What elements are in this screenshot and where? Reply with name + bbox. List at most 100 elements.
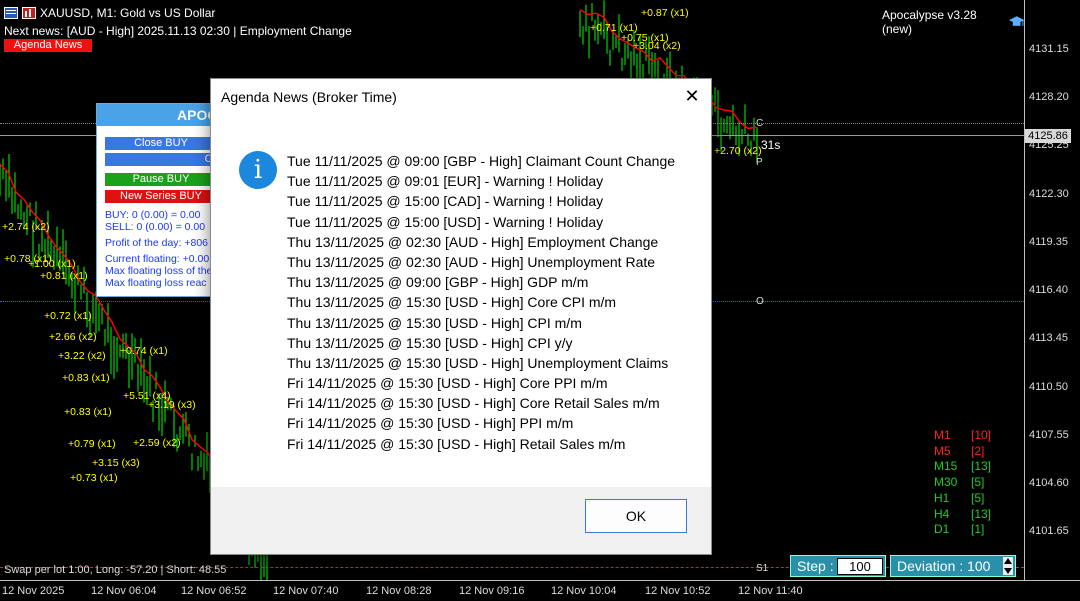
s1-marker: S1 <box>756 563 769 574</box>
price-tick: 4101.65 <box>1029 525 1069 537</box>
trade-label: +2.66 (x2) <box>49 331 97 343</box>
time-tick: 12 Nov 10:04 <box>551 585 617 597</box>
news-item: Fri 14/11/2025 @ 15:30 [USD - High] Core… <box>287 375 608 392</box>
agenda-news-button[interactable]: Agenda News <box>4 39 92 52</box>
ea-title-text: Apocalypse v3.28 (new) <box>882 8 977 36</box>
symbol-text: XAUUSD, M1: Gold vs US Dollar <box>40 6 216 20</box>
price-tick: 4131.15 <box>1029 43 1069 55</box>
timeframe-name: M30 <box>934 475 958 490</box>
news-item: Tue 11/11/2025 @ 09:00 [GBP - High] Clai… <box>287 153 676 169</box>
trade-label: +2.59 (x2) <box>133 437 181 449</box>
trade-label: +3.15 (x3) <box>92 457 140 469</box>
time-tick: 12 Nov 11:40 <box>738 585 803 597</box>
price-axis[interactable]: 4131.15 4128.20 4125.25 4122.30 4119.35 … <box>1024 0 1080 580</box>
swap-info: Swap per lot 1:00, Long: -57.20 | Short:… <box>4 564 227 576</box>
news-item: Thu 13/11/2025 @ 09:00 [GBP - High] GDP … <box>287 274 589 291</box>
close-all-button[interactable]: Cl <box>105 153 217 166</box>
trade-label: +0.74 (x1) <box>120 345 168 357</box>
next-news-text: Next news: [AUD - High] 2025.11.13 02:30… <box>4 24 352 38</box>
o-marker: O <box>756 296 764 307</box>
trade-label: +1.00 (x1) <box>28 258 76 270</box>
sell-info: SELL: 0 (0.00) = 0.00 <box>105 221 206 233</box>
current-floating: Current floating: +0.00 <box>105 253 210 265</box>
price-tick: 4128.20 <box>1029 91 1069 103</box>
news-item: Tue 11/11/2025 @ 15:00 [CAD] - Warning !… <box>287 193 604 210</box>
step-control: Step : 100 <box>790 555 886 577</box>
agenda-news-dialog: Agenda News (Broker Time) ✕ i Tue 11/11/… <box>210 78 712 555</box>
trade-label: +2.70 (x2) <box>714 145 762 157</box>
news-item: Thu 13/11/2025 @ 02:30 [AUD - High] Empl… <box>287 233 659 250</box>
trade-label: +0.73 (x1) <box>70 472 118 484</box>
timeframe-name: M15 <box>934 459 958 474</box>
max-floating-loss: Max floating loss of the <box>105 265 213 277</box>
chart-window-icon[interactable] <box>4 7 18 19</box>
time-tick: 12 Nov 2025 <box>2 585 65 597</box>
timeframe-count: [5] <box>971 475 985 490</box>
ea-panel-title: APOC <box>97 104 217 126</box>
timeframe-counter: D1 [1] <box>934 522 984 536</box>
price-tick: 4113.45 <box>1029 332 1068 344</box>
price-tick: 4104.60 <box>1029 477 1069 489</box>
news-item: Thu 13/11/2025 @ 15:30 [USD - High] CPI … <box>287 334 573 351</box>
max-floating-loss-reached: Max floating loss reac <box>105 277 207 289</box>
trade-label: +3.04 (x2) <box>633 40 681 52</box>
trade-label: +0.83 (x1) <box>62 372 110 384</box>
news-item: Fri 14/11/2025 @ 15:30 [USD - High] Core… <box>287 395 660 412</box>
close-icon[interactable]: ✕ <box>681 85 703 107</box>
news-list: Tue 11/11/2025 @ 09:00 [GBP - High] Clai… <box>287 151 675 454</box>
trade-label: +2.74 (x2) <box>2 221 50 233</box>
close-buy-button[interactable]: Close BUY <box>105 137 217 150</box>
time-tick: 12 Nov 09:16 <box>459 585 525 597</box>
deviation-control: Deviation : 100 <box>890 555 1016 577</box>
timeframe-name: M1 <box>934 428 951 442</box>
news-item: Tue 11/11/2025 @ 09:01 [EUR] - Warning !… <box>287 173 604 190</box>
trade-label: +0.81 (x1) <box>40 270 88 282</box>
timeframe-count: [1] <box>971 522 985 537</box>
ea-control-panel: APOC Close BUY Cl Pause BUY New Series B… <box>96 103 218 297</box>
news-item: Thu 13/11/2025 @ 02:30 [AUD - High] Unem… <box>287 253 656 270</box>
c-marker: C <box>756 118 764 129</box>
info-icon: i <box>239 151 277 189</box>
deviation-label: Deviation : 100 <box>897 558 991 574</box>
p-marker: P <box>756 157 763 168</box>
time-tick: 12 Nov 06:52 <box>181 585 247 597</box>
timeframe-counter: M30 [5] <box>934 475 984 489</box>
dialog-footer: OK <box>211 487 711 554</box>
price-tick: 4122.30 <box>1029 188 1069 200</box>
price-tick: 4110.50 <box>1029 381 1068 393</box>
ok-button[interactable]: OK <box>585 499 687 533</box>
time-tick: 12 Nov 07:40 <box>273 585 339 597</box>
deviation-spinner[interactable] <box>1003 557 1013 575</box>
news-item: Tue 11/11/2025 @ 15:00 [USD] - Warning !… <box>287 213 604 230</box>
time-tick: 12 Nov 06:04 <box>91 585 157 597</box>
symbol-title: XAUUSD, M1: Gold vs US Dollar <box>4 6 215 20</box>
buy-info: BUY: 0 (0.00) = 0.00 <box>105 209 201 221</box>
trade-label: +0.79 (x1) <box>68 438 116 450</box>
timeframe-count: [2] <box>971 443 985 458</box>
new-series-buy-button[interactable]: New Series BUY <box>105 190 217 203</box>
news-item: Thu 13/11/2025 @ 15:30 [USD - High] Unem… <box>287 354 669 371</box>
timeframe-name: H1 <box>934 490 950 505</box>
pause-buy-button[interactable]: Pause BUY <box>105 173 217 186</box>
timeframe-count: [5] <box>971 490 985 505</box>
time-axis[interactable]: 12 Nov 2025 12 Nov 06:04 12 Nov 06:52 12… <box>0 580 1080 601</box>
timeframe-name: D1 <box>934 522 950 537</box>
trade-label: +0.72 (x1) <box>44 310 92 322</box>
timeframe-count: [13] <box>971 459 992 474</box>
trade-label: +3.22 (x2) <box>58 350 106 362</box>
profit-of-day: Profit of the day: +806 <box>105 237 209 249</box>
news-item: Fri 14/11/2025 @ 15:30 [USD - High] Reta… <box>287 435 626 452</box>
price-tick: 4107.55 <box>1029 429 1069 441</box>
trading-panel-icon[interactable] <box>22 7 36 19</box>
current-price-tag: 4125.86 <box>1025 129 1071 143</box>
trade-label: +0.83 (x1) <box>64 406 112 418</box>
dialog-title: Agenda News (Broker Time) <box>221 89 397 105</box>
step-input[interactable]: 100 <box>837 558 883 575</box>
timeframe-name: H4 <box>934 506 950 521</box>
news-item: Thu 13/11/2025 @ 15:30 [USD - High] CPI … <box>287 314 582 331</box>
trade-label: +0.87 (x1) <box>641 7 689 19</box>
time-tick: 12 Nov 10:52 <box>645 585 711 597</box>
timeframe-counter: M1 [10] <box>934 428 991 442</box>
timeframe-counter: H1 [5] <box>934 491 984 505</box>
timeframe-counter: M5 [2] <box>934 444 984 458</box>
